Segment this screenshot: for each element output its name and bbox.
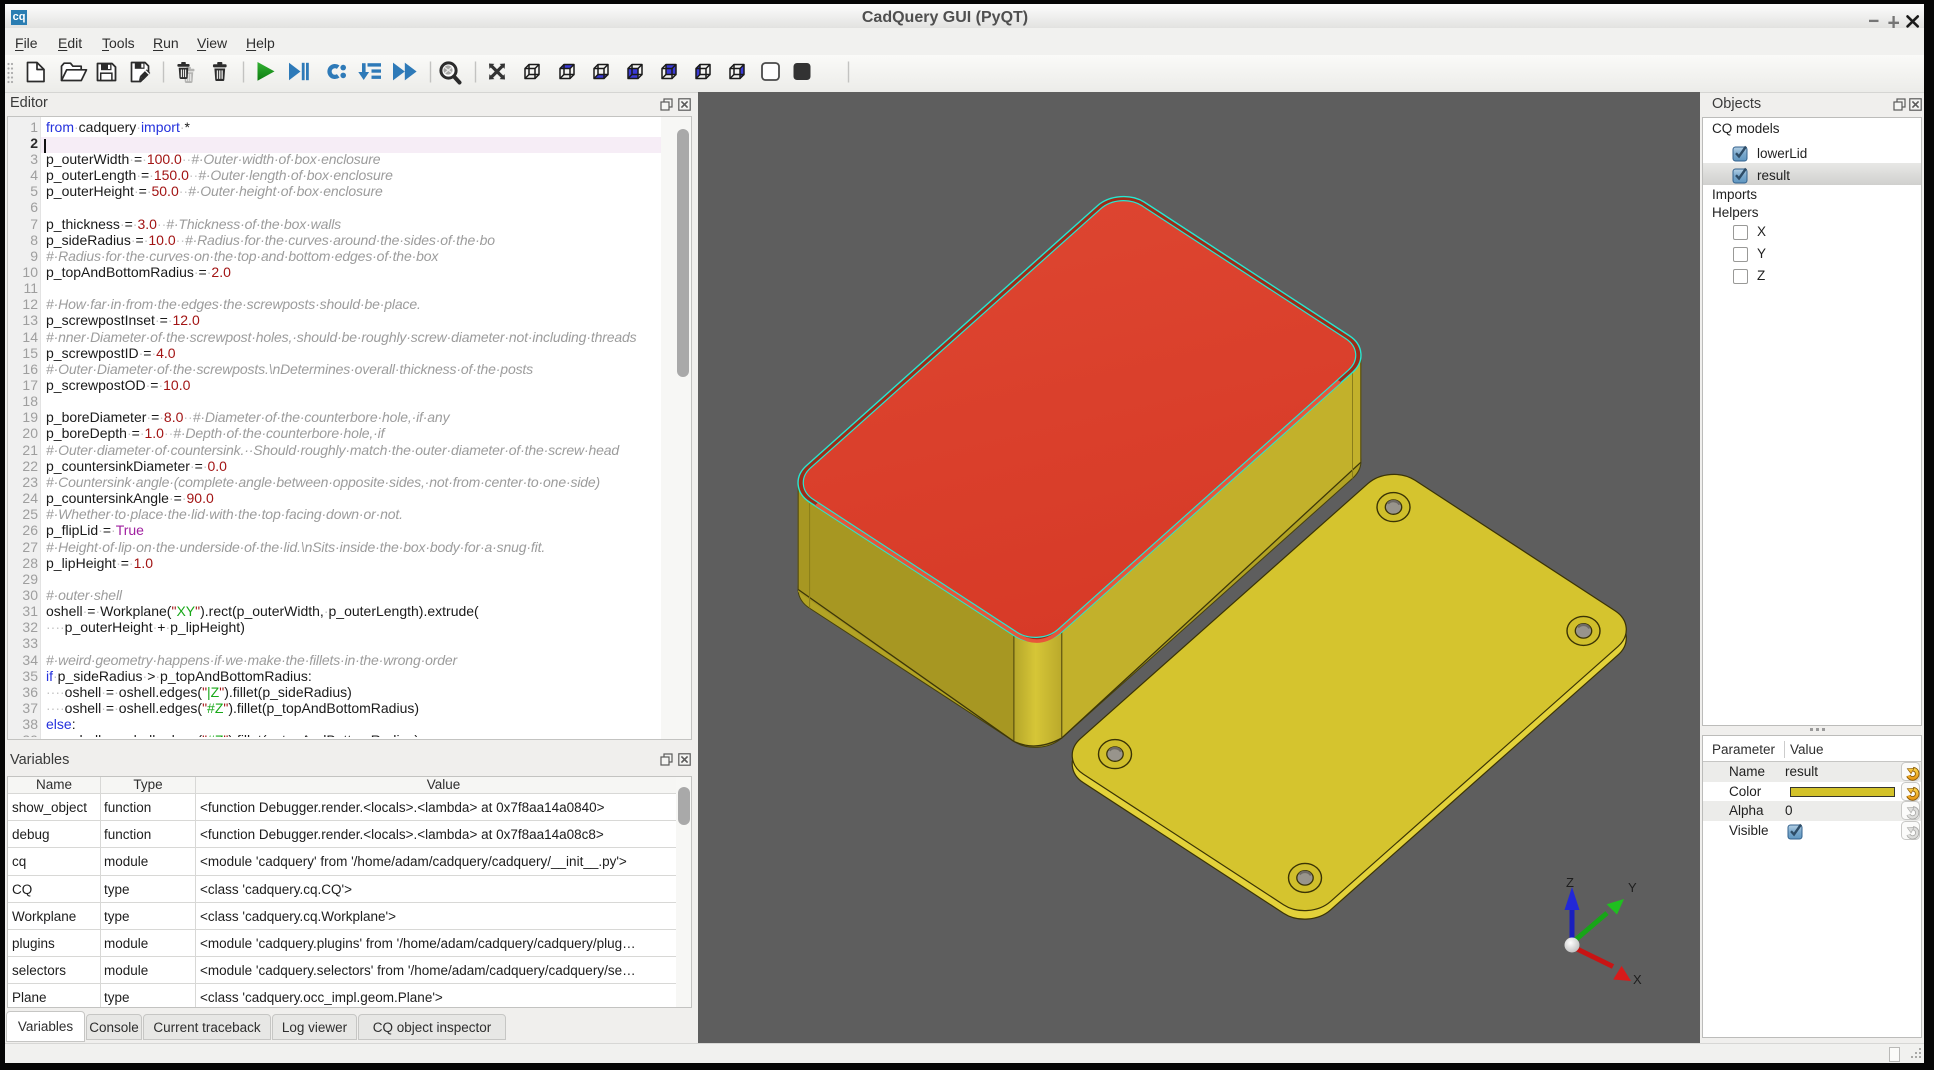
svg-text:Z: Z bbox=[1566, 875, 1574, 890]
svg-text:X: X bbox=[1633, 972, 1642, 987]
svg-text:Y: Y bbox=[1628, 880, 1637, 895]
